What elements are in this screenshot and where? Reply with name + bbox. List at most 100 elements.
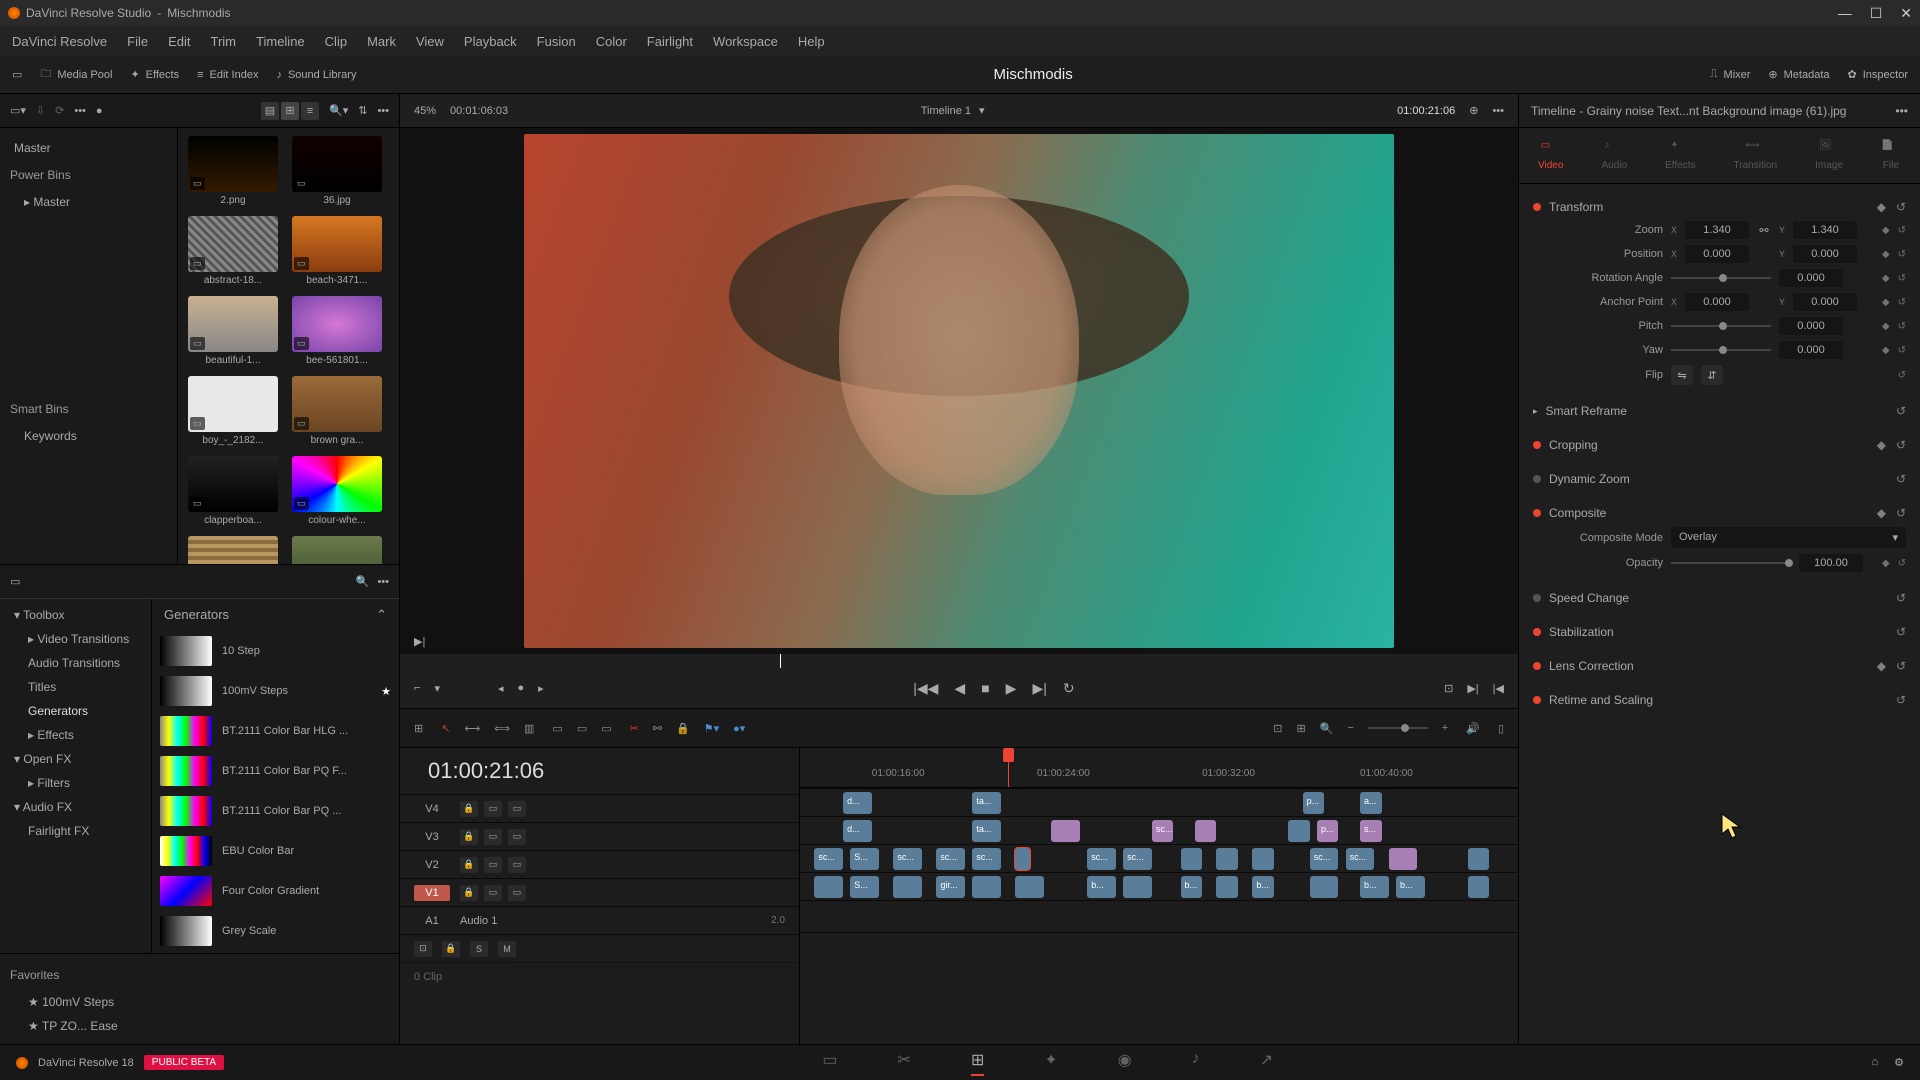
timeline-clip[interactable]: sc...	[1346, 848, 1375, 870]
composite-mode-select[interactable]: Overlay▾	[1671, 527, 1906, 548]
favorite-item[interactable]: ★ 100mV Steps	[0, 990, 399, 1014]
media-thumb[interactable]: ▭dog-18014...	[290, 536, 384, 564]
inspector-button[interactable]: ✿Inspector	[1848, 68, 1908, 81]
zoom-pct[interactable]: 45%	[414, 105, 436, 117]
timeline-clip[interactable]	[1015, 848, 1029, 870]
flag-icon[interactable]: ⚑▾	[704, 722, 719, 735]
timeline-clip[interactable]: sc...	[972, 848, 1001, 870]
generator-item[interactable]: Grey Scale	[152, 911, 399, 951]
composite-header[interactable]: Composite	[1549, 506, 1606, 520]
media-thumb[interactable]: ▭clapperboa...	[186, 456, 280, 526]
prev-edit-icon[interactable]: ◂	[498, 682, 504, 695]
timeline-clip[interactable]	[1252, 848, 1274, 870]
dots-icon[interactable]: •••	[74, 105, 86, 117]
track-header-v2[interactable]: V2🔒▭▭	[400, 850, 799, 878]
close-icon[interactable]: ✕	[1900, 5, 1912, 22]
track-a1[interactable]	[800, 900, 1518, 932]
lens-correction-header[interactable]: Lens Correction	[1549, 659, 1634, 673]
inspector-more-icon[interactable]: •••	[1895, 104, 1908, 118]
lock-icon[interactable]: 🔒	[676, 722, 690, 735]
stabilization-header[interactable]: Stabilization	[1549, 625, 1614, 639]
next-edit-icon[interactable]: ▸	[538, 682, 544, 695]
menu-fusion[interactable]: Fusion	[537, 34, 576, 49]
minimize-icon[interactable]: —	[1838, 5, 1852, 22]
rotation-slider[interactable]	[1671, 277, 1771, 279]
timeline-clip[interactable]: b...	[1360, 876, 1389, 898]
zoom-detail-icon[interactable]: ⊞	[1296, 722, 1305, 735]
sort-icon[interactable]: ⇅	[358, 104, 367, 117]
opacity-slider[interactable]	[1671, 562, 1791, 564]
timeline-clip[interactable]: b...	[1087, 876, 1116, 898]
viewer-scrubber[interactable]	[400, 654, 1518, 668]
dynamic-zoom-header[interactable]: Dynamic Zoom	[1549, 472, 1630, 486]
openfx-item[interactable]: ▾ Open FX	[0, 747, 151, 771]
reset-icon[interactable]: ↺	[1896, 200, 1906, 214]
import-icon[interactable]: ⇩	[36, 104, 45, 117]
timeline-clip[interactable]	[1051, 820, 1080, 842]
timeline-clip[interactable]: gir...	[936, 876, 965, 898]
zoom-y-input[interactable]: 1.340	[1793, 221, 1857, 239]
trim-tool-icon[interactable]: ⟷	[464, 722, 480, 735]
metadata-view-icon[interactable]: ▤	[261, 102, 279, 120]
meter-icon[interactable]: ▯	[1498, 722, 1504, 735]
timeline-clip[interactable]	[1181, 848, 1203, 870]
deliver-page-icon[interactable]: ↗	[1260, 1050, 1273, 1076]
timeline-clip[interactable]: p...	[1303, 792, 1325, 814]
menu-fairlight[interactable]: Fairlight	[647, 34, 693, 49]
pos-y-input[interactable]: 0.000	[1793, 245, 1857, 263]
match-frame-icon[interactable]: ⊡	[1444, 682, 1453, 695]
media-thumb[interactable]: ▭beach-3471...	[290, 216, 384, 286]
menu-trim[interactable]: Trim	[211, 34, 237, 49]
menu-davinci-resolve[interactable]: DaVinci Resolve	[12, 34, 107, 49]
bin-view-icon[interactable]: ▭▾	[10, 104, 26, 117]
dropdown-icon[interactable]: ▾	[434, 682, 440, 695]
timeline-clip[interactable]	[1389, 848, 1418, 870]
anchor-x-input[interactable]: 0.000	[1685, 293, 1749, 311]
more-icon[interactable]: •••	[377, 105, 389, 117]
timeline-clip[interactable]: d...	[843, 820, 872, 842]
color-page-icon[interactable]: ◉	[1118, 1050, 1132, 1076]
expand-icon[interactable]: ▶|	[414, 635, 425, 648]
timeline-clip[interactable]: d...	[843, 792, 872, 814]
next-frame-icon[interactable]: ▶|	[1032, 680, 1046, 697]
edit-index-button[interactable]: ≡Edit Index	[197, 69, 258, 81]
zoom-x-input[interactable]: 1.340	[1685, 221, 1749, 239]
link-xy-icon[interactable]: ⚯	[1757, 224, 1771, 237]
zoom-full-icon[interactable]: ⊡	[1273, 722, 1282, 735]
timeline-clip[interactable]	[1468, 876, 1490, 898]
kf-icon[interactable]: ◆	[1877, 200, 1886, 214]
speaker-icon[interactable]: 🔊	[1466, 722, 1480, 735]
insert-icon[interactable]: ▭	[552, 722, 562, 735]
media-thumb[interactable]: ▭beautiful-1...	[186, 296, 280, 366]
video-transitions-item[interactable]: ▸ Video Transitions	[0, 627, 151, 651]
rotation-input[interactable]: 0.000	[1779, 269, 1843, 287]
timeline-clip[interactable]	[972, 876, 1001, 898]
book-icon[interactable]: ▭	[10, 575, 20, 588]
generator-item[interactable]: BT.2111 Color Bar HLG ...	[152, 711, 399, 751]
blade-tool-icon[interactable]: ▥	[524, 722, 534, 735]
yaw-slider[interactable]	[1671, 349, 1771, 351]
menu-edit[interactable]: Edit	[168, 34, 190, 49]
timeline-clip[interactable]	[814, 876, 843, 898]
audio-transitions-item[interactable]: Audio Transitions	[0, 651, 151, 675]
timeline-clip[interactable]: sc...	[1310, 848, 1339, 870]
timeline-clip[interactable]: sc...	[936, 848, 965, 870]
inspector-tab-effects[interactable]: ✦Effects	[1665, 140, 1695, 171]
fusion-page-icon[interactable]: ✦	[1044, 1050, 1057, 1076]
media-pool-toggle[interactable]: ▭	[12, 68, 22, 81]
favorite-star-icon[interactable]: ★	[381, 685, 391, 698]
sync-icon[interactable]: ⟳	[55, 104, 64, 117]
timeline-clip[interactable]: sc...	[1123, 848, 1152, 870]
cropping-header[interactable]: Cropping	[1549, 438, 1598, 452]
loop-icon[interactable]: ↻	[1063, 680, 1075, 697]
track-a1-clips[interactable]	[800, 932, 1518, 960]
timeline-clip[interactable]	[1216, 876, 1238, 898]
timeline-clip[interactable]: ta...	[972, 820, 1001, 842]
sound-library-button[interactable]: ♪Sound Library	[276, 69, 356, 81]
flip-v-button[interactable]: ⇵	[1701, 365, 1723, 385]
power-master-bin[interactable]: ▸ Master	[0, 190, 177, 214]
media-page-icon[interactable]: ▭	[822, 1050, 837, 1076]
play-icon[interactable]: ▶	[1006, 680, 1017, 697]
maximize-icon[interactable]: ☐	[1870, 5, 1883, 22]
media-thumb[interactable]: ▭colour-whe...	[290, 456, 384, 526]
